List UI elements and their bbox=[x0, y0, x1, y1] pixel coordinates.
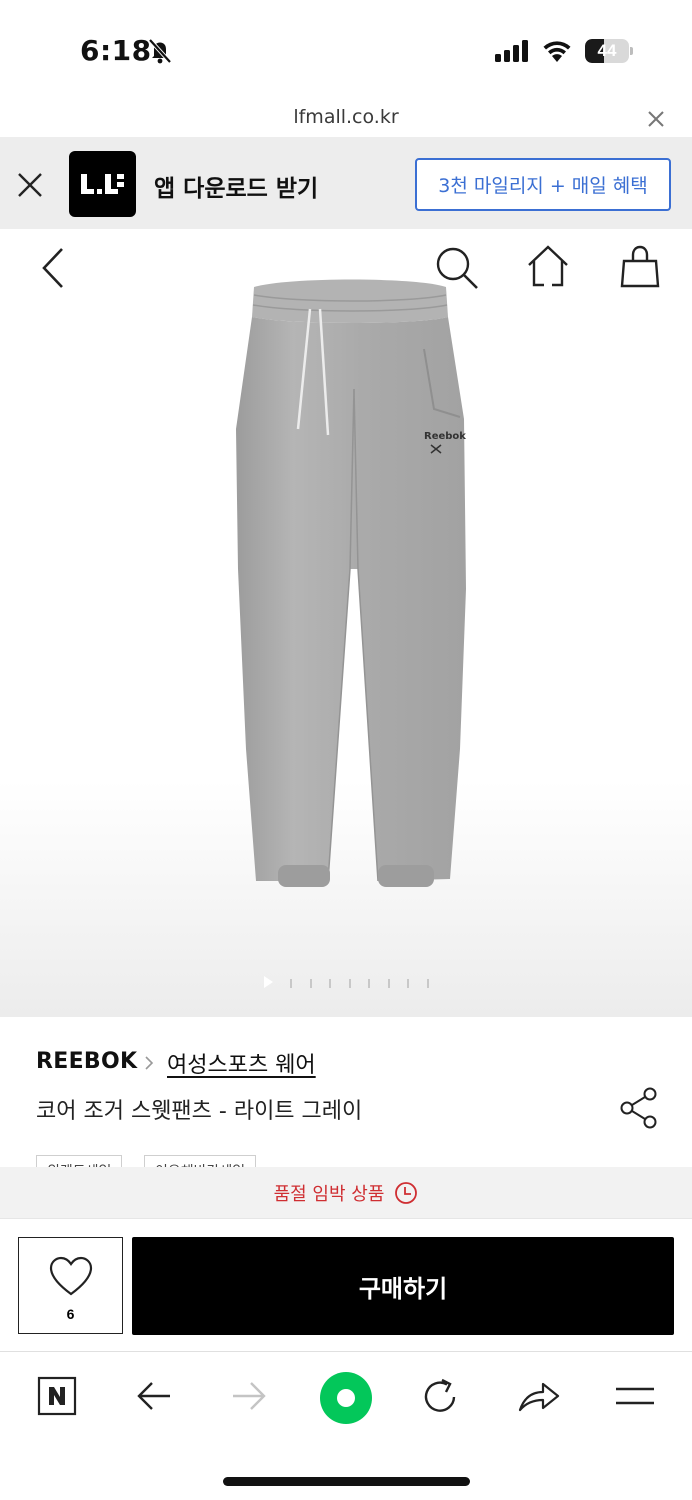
like-button[interactable]: 6 bbox=[18, 1237, 123, 1334]
close-icon[interactable] bbox=[647, 110, 665, 128]
share-icon[interactable] bbox=[618, 1086, 660, 1130]
url-bar[interactable]: lfmall.co.kr bbox=[0, 100, 692, 137]
browser-toolbar bbox=[0, 1351, 692, 1500]
share-arrow-icon[interactable] bbox=[516, 1376, 562, 1416]
product-tag: 위켄드세일 bbox=[36, 1155, 123, 1167]
home-indicator[interactable] bbox=[223, 1477, 470, 1486]
wifi-icon bbox=[543, 41, 571, 62]
product-gallery[interactable]: Reebok bbox=[0, 229, 692, 1017]
brand-name[interactable]: REEBOK bbox=[36, 1049, 137, 1074]
reload-icon[interactable] bbox=[420, 1376, 462, 1418]
arrow-right-icon bbox=[233, 1382, 266, 1410]
pager-dot[interactable] bbox=[387, 979, 390, 988]
product-image[interactable]: Reebok bbox=[228, 269, 478, 899]
pager-dot[interactable] bbox=[426, 979, 429, 988]
status-bar: 6:18 44 bbox=[0, 0, 692, 100]
buy-button[interactable]: 구매하기 bbox=[132, 1237, 674, 1335]
gallery-pager[interactable] bbox=[262, 976, 442, 990]
arrow-left-icon[interactable] bbox=[134, 1376, 174, 1416]
cellular-signal-icon bbox=[495, 40, 528, 62]
product-tag: 이유체반값세일 bbox=[144, 1155, 257, 1167]
home-icon[interactable] bbox=[525, 243, 571, 289]
app-download-banner: 앱 다운로드 받기 3천 마일리지 + 매일 혜택 bbox=[0, 137, 692, 229]
banner-title: 앱 다운로드 받기 bbox=[154, 176, 319, 202]
pager-dot[interactable] bbox=[290, 979, 292, 988]
bell-slash-icon bbox=[148, 38, 172, 64]
green-dot-icon[interactable] bbox=[319, 1371, 373, 1425]
pager-dot[interactable] bbox=[348, 979, 351, 988]
chevron-left-icon[interactable] bbox=[36, 245, 70, 291]
close-icon[interactable] bbox=[16, 171, 44, 199]
pager-dot[interactable] bbox=[407, 979, 409, 988]
product-info: REEBOK 여성스포츠 웨어 코어 조거 스웻팬츠 - 라이트 그레이 위켄드… bbox=[0, 1017, 692, 1167]
battery-indicator: 44 bbox=[585, 39, 633, 63]
pager-dot[interactable] bbox=[329, 979, 331, 988]
menu-icon[interactable] bbox=[613, 1376, 657, 1416]
battery-level: 44 bbox=[597, 41, 617, 60]
product-name: 코어 조거 스웻팬츠 - 라이트 그레이 bbox=[36, 1099, 363, 1124]
purchase-bar: 6 구매하기 bbox=[0, 1218, 692, 1351]
pager-dot[interactable] bbox=[368, 979, 370, 988]
app-logo bbox=[69, 151, 136, 217]
shopping-bag-icon[interactable] bbox=[618, 243, 662, 289]
pager-dot[interactable] bbox=[309, 979, 312, 988]
play-icon[interactable] bbox=[264, 976, 273, 988]
url-text[interactable]: lfmall.co.kr bbox=[0, 106, 692, 128]
heart-icon bbox=[49, 1256, 93, 1296]
category-link[interactable]: 여성스포츠 웨어 bbox=[167, 1047, 316, 1079]
soldout-notice: 품절 임박 상품 bbox=[0, 1167, 692, 1218]
like-count: 6 bbox=[66, 1306, 75, 1322]
status-time: 6:18 bbox=[80, 34, 152, 67]
app-download-button[interactable]: 3천 마일리지 + 매일 혜택 bbox=[415, 158, 671, 211]
chevron-right-icon bbox=[145, 1056, 154, 1070]
clock-icon bbox=[395, 1181, 418, 1204]
naver-home-icon[interactable] bbox=[37, 1376, 77, 1416]
soldout-text: 품절 임박 상품 bbox=[273, 1183, 385, 1205]
svg-text:Reebok: Reebok bbox=[424, 431, 466, 442]
